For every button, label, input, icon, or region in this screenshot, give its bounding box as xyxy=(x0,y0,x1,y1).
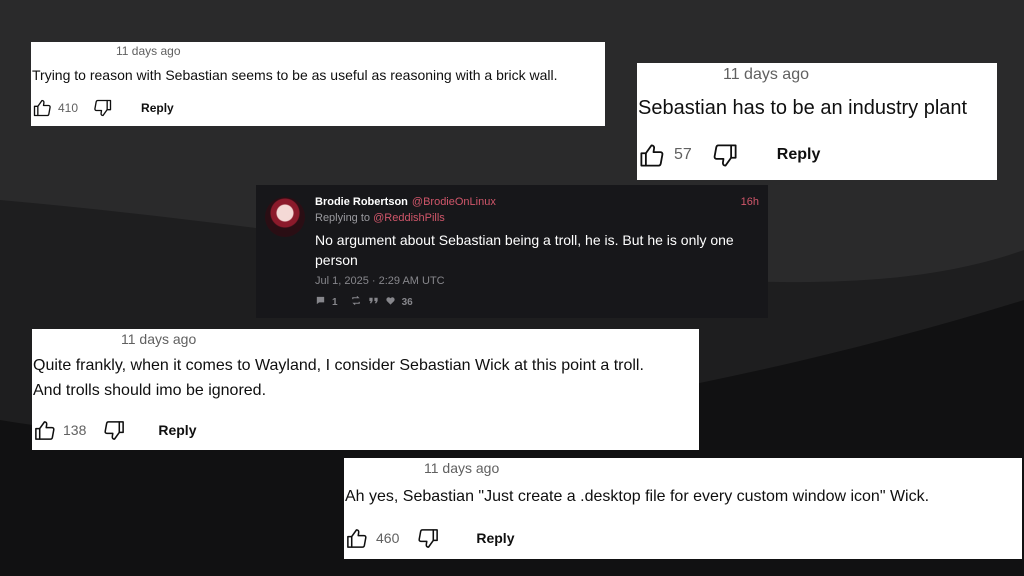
tweet-time[interactable]: 16h xyxy=(741,196,759,208)
tweet-card: Brodie Robertson @BrodieOnLinux 16h Reply… xyxy=(256,185,768,318)
like-count: 138 xyxy=(63,422,87,438)
comment-age: 11 days ago xyxy=(424,460,500,476)
comment-card: 11 days ago Ah yes, Sebastian "Just crea… xyxy=(344,458,1022,559)
reply-button[interactable]: Reply xyxy=(158,422,196,438)
reply-button[interactable]: Reply xyxy=(777,146,821,164)
comment-age: 11 days ago xyxy=(723,66,809,83)
reply-count: 1 xyxy=(332,296,338,308)
comment-text: Sebastian has to be an industry plant xyxy=(638,97,968,119)
tweet-stats: 1 36 xyxy=(315,295,413,309)
comment-age: 11 days ago xyxy=(116,44,181,58)
thumbs-down-icon[interactable] xyxy=(712,142,739,169)
comment-age: 11 days ago xyxy=(121,331,197,347)
like-count: 57 xyxy=(674,146,692,163)
like-count: 460 xyxy=(376,530,400,546)
like-count: 410 xyxy=(58,101,79,115)
like-count: 36 xyxy=(401,296,413,308)
quote-icon[interactable] xyxy=(368,295,379,309)
reply-button[interactable]: Reply xyxy=(476,530,514,546)
replying-handle[interactable]: @ReddishPills xyxy=(373,212,445,224)
thumbs-up-icon[interactable] xyxy=(638,142,665,169)
avatar[interactable] xyxy=(265,197,305,237)
thumbs-down-icon[interactable] xyxy=(417,527,440,550)
thumbs-up-icon[interactable] xyxy=(345,527,368,550)
comment-text-line: And trolls should imo be ignored. xyxy=(33,382,267,399)
tweet-date[interactable]: Jul 1, 2025 · 2:29 AM UTC xyxy=(315,275,445,287)
heart-icon[interactable] xyxy=(385,295,396,309)
retweet-icon[interactable] xyxy=(350,295,362,309)
thumbs-down-icon[interactable] xyxy=(93,98,113,118)
tweet-text: No argument about Sebastian being a trol… xyxy=(315,232,734,268)
tweet-handle[interactable]: @BrodieOnLinux xyxy=(412,196,496,208)
comment-card: 11 days ago Quite frankly, when it comes… xyxy=(32,329,699,450)
replying-label: Replying to xyxy=(315,212,371,224)
comment-text: Ah yes, Sebastian "Just create a .deskto… xyxy=(345,488,930,505)
comment-text: Trying to reason with Sebastian seems to… xyxy=(32,67,558,83)
thumbs-up-icon[interactable] xyxy=(32,98,52,118)
thumbs-down-icon[interactable] xyxy=(103,419,126,442)
reply-button[interactable]: Reply xyxy=(141,101,174,115)
tweet-author[interactable]: Brodie Robertson xyxy=(315,196,408,208)
comment-card: 11 days ago Trying to reason with Sebast… xyxy=(31,42,605,126)
comment-icon[interactable] xyxy=(315,295,326,309)
thumbs-up-icon[interactable] xyxy=(33,419,56,442)
comment-text-line: Quite frankly, when it comes to Wayland,… xyxy=(33,357,644,374)
comment-card: 11 days ago Sebastian has to be an indus… xyxy=(637,63,997,180)
